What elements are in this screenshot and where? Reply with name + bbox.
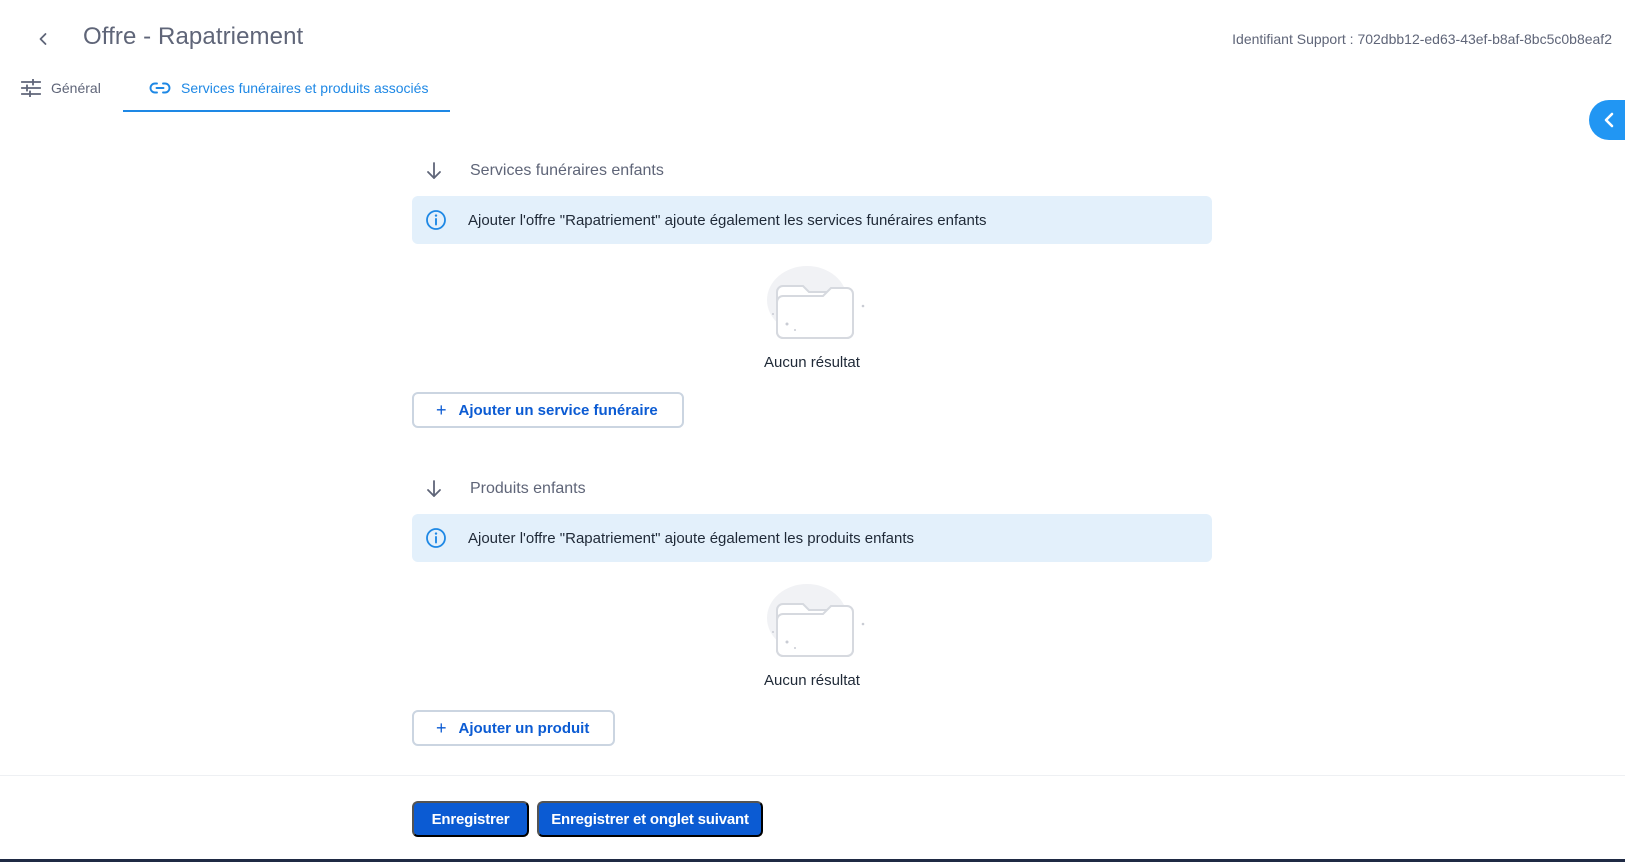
tab-general[interactable]: Général — [0, 66, 123, 110]
arrow-down-icon — [412, 479, 458, 499]
chevron-left-icon — [39, 33, 47, 45]
empty-folder-icon — [767, 584, 865, 657]
support-identifier: Identifiant Support : 702dbb12-ed63-43ef… — [1232, 31, 1612, 47]
arrow-down-icon — [412, 161, 458, 181]
action-footer: Enregistrer Enregistrer et onglet suivan… — [0, 775, 1625, 862]
section-services-funeraires: Services funéraires enfants Ajouter l'of… — [412, 150, 1212, 428]
side-panel-toggle[interactable] — [1589, 100, 1625, 140]
page-header: Offre - Rapatriement Identifiant Support… — [0, 0, 1625, 112]
plus-icon: + — [436, 718, 447, 738]
chevron-left-icon — [1604, 112, 1614, 128]
info-banner: Ajouter l'offre "Rapatriement" ajoute ég… — [412, 514, 1212, 562]
empty-state-text: Aucun résultat — [764, 672, 860, 689]
tab-general-label: Général — [51, 80, 101, 96]
section-title: Services funéraires enfants — [470, 162, 664, 179]
page-title: Offre - Rapatriement — [83, 23, 304, 50]
main-content: Services funéraires enfants Ajouter l'of… — [412, 150, 1212, 746]
tab-bar: Général Services funéraires et produits … — [0, 66, 450, 112]
save-button[interactable]: Enregistrer — [412, 801, 529, 837]
info-icon — [424, 526, 448, 550]
back-button[interactable] — [28, 24, 58, 54]
empty-folder-icon — [767, 266, 865, 339]
section-title: Produits enfants — [470, 480, 586, 497]
section-header[interactable]: Produits enfants — [412, 468, 1212, 510]
section-header[interactable]: Services funéraires enfants — [412, 150, 1212, 192]
empty-state-text: Aucun résultat — [764, 354, 860, 371]
tab-services-produits[interactable]: Services funéraires et produits associés — [123, 66, 450, 112]
empty-state: Aucun résultat — [412, 562, 1212, 710]
link-icon — [149, 81, 171, 95]
add-produit-label: Ajouter un produit — [458, 719, 590, 737]
info-icon — [424, 208, 448, 232]
section-produits: Produits enfants Ajouter l'offre "Rapatr… — [412, 468, 1212, 746]
add-service-label: Ajouter un service funéraire — [458, 401, 658, 419]
save-and-next-tab-button[interactable]: Enregistrer et onglet suivant — [537, 801, 763, 837]
info-banner: Ajouter l'offre "Rapatriement" ajoute ég… — [412, 196, 1212, 244]
info-text: Ajouter l'offre "Rapatriement" ajoute ég… — [468, 211, 987, 229]
plus-icon: + — [436, 400, 447, 420]
empty-state: Aucun résultat — [412, 244, 1212, 392]
sliders-icon — [21, 79, 41, 97]
add-service-funeraire-button[interactable]: + Ajouter un service funéraire — [412, 392, 684, 428]
tab-services-label: Services funéraires et produits associés — [181, 80, 429, 96]
info-text: Ajouter l'offre "Rapatriement" ajoute ég… — [468, 529, 914, 547]
add-produit-button[interactable]: + Ajouter un produit — [412, 710, 616, 746]
